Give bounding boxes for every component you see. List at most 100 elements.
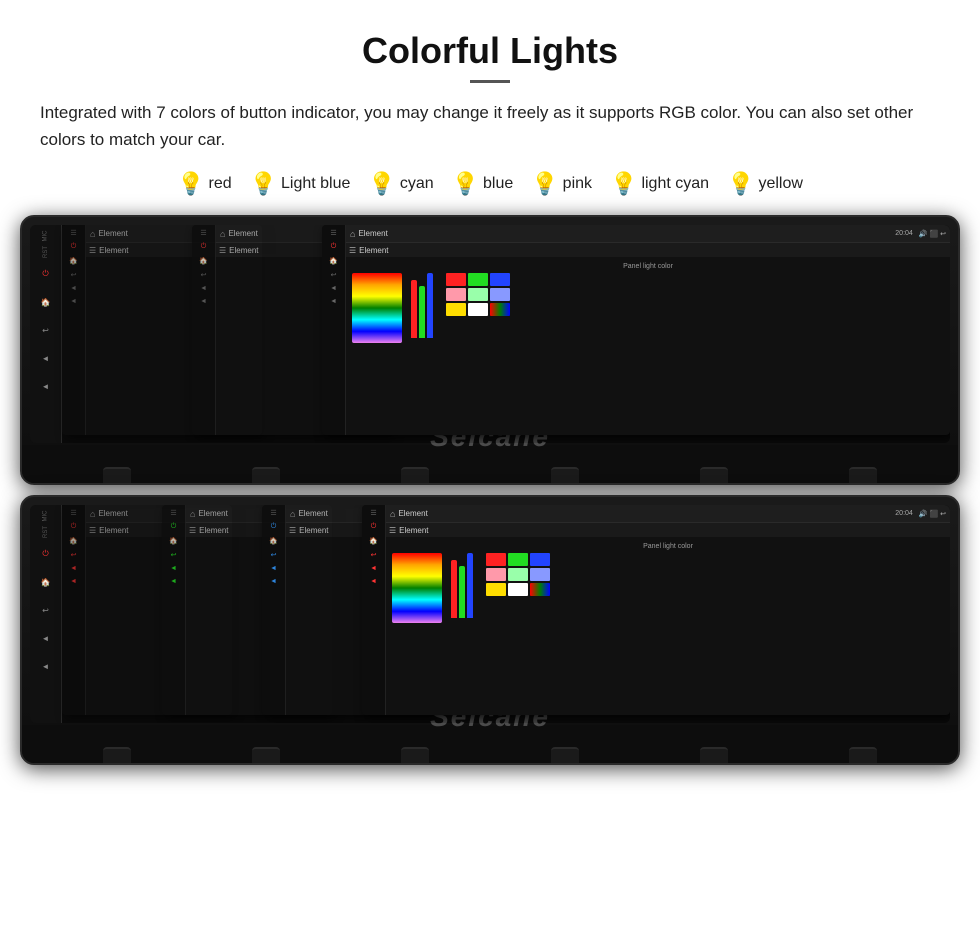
b1-title: Element (98, 509, 127, 518)
stand-foot-3 (401, 467, 429, 483)
b1-menu-icon: ☰ (89, 526, 96, 535)
b1-btn5: ◄ (70, 565, 77, 572)
screen2-sidebar: ☰ ⏻ 🏠 ↩ ◄ ◄ (192, 225, 216, 435)
rainbow-bar (352, 273, 402, 343)
screen3-panel-body: Panel light color (346, 257, 950, 435)
bar-green (419, 286, 425, 338)
s3-icons: 🔊 ⬛ ↩ (919, 230, 946, 238)
color-label-pink: pink (563, 175, 592, 193)
sw-periwinkle (490, 288, 510, 301)
color-label-blue: blue (483, 175, 513, 193)
sw-light-green-b (508, 568, 528, 581)
s1-title: Element (98, 229, 127, 238)
b3-btn6: ◄ (270, 578, 277, 585)
s3-btn1: ☰ (330, 229, 336, 237)
b4-menu-text: Element (399, 526, 428, 535)
stand-foot-b3 (401, 747, 429, 763)
color-item-red: 💡 red (177, 173, 232, 195)
sw-red-b (486, 553, 506, 566)
s2-btn1: ☰ (200, 229, 206, 237)
s2-title: Element (228, 229, 257, 238)
s3-btn6: ◄ (330, 298, 337, 305)
color-indicators: 💡 red 💡 Light blue 💡 cyan 💡 blue 💡 pink … (0, 165, 980, 215)
s3-btn5: ◄ (330, 285, 337, 292)
b4-sidebar: ☰ ⏻ 🏠 ↩ ◄ ◄ (362, 505, 386, 715)
stand-foot-b1 (103, 747, 131, 763)
b4-btn3: 🏠 (369, 537, 378, 545)
b2-menu-text: Element (199, 526, 228, 535)
b1-btn6: ◄ (70, 578, 77, 585)
title-divider (470, 80, 510, 83)
s2-btn2: ⏻ (201, 243, 207, 251)
nav-btn2[interactable]: ◄ (37, 377, 55, 395)
bar-red (411, 280, 417, 339)
b3-home-icon: ⌂ (290, 509, 295, 519)
b1-btn3: 🏠 (69, 537, 78, 545)
sw-yellow (446, 303, 466, 316)
bottom-device-row: MIC RST ⏻ 🏠 ↩ ◄ ◄ ☰ ⏻ 🏠 ↩ (10, 495, 970, 765)
s3-btn3: 🏠 (329, 257, 338, 265)
bulb-icon-light-blue: 💡 (250, 173, 277, 195)
top-device-inner: MIC RST ⏻ 🏠 ↩ ◄ ◄ ☰ ⏻ 🏠 (30, 225, 950, 443)
s1-btn3: 🏠 (69, 257, 78, 265)
nav-btn1-b[interactable]: ◄ (37, 629, 55, 647)
mic-label: MIC (43, 231, 49, 242)
panel-ui-content-top (352, 273, 944, 343)
s1-btn4: ↩ (71, 271, 77, 279)
back-btn-b[interactable]: ↩ (37, 601, 55, 619)
b4-menu-icon: ☰ (389, 526, 396, 535)
sw-rainbow (490, 303, 510, 316)
home-btn-b[interactable]: 🏠 (37, 573, 55, 591)
rainbow-bar-bottom (392, 553, 442, 623)
bulb-icon-blue: 💡 (452, 173, 479, 195)
stand-foot-5 (700, 467, 728, 483)
rst-label-b: RST (43, 526, 49, 538)
nav-btn2-b[interactable]: ◄ (37, 657, 55, 675)
top-screens-area: ☰ ⏻ 🏠 ↩ ◄ ◄ ⌂ Element (62, 225, 950, 443)
s2-menu-text: Element (229, 246, 258, 255)
home-btn[interactable]: 🏠 (37, 293, 55, 311)
top-device-row: MIC RST ⏻ 🏠 ↩ ◄ ◄ ☰ ⏻ 🏠 (10, 215, 970, 485)
panel-light-ui-bottom: Panel light color (389, 540, 947, 712)
b3-btn5: ◄ (270, 565, 277, 572)
sw-green (468, 273, 488, 286)
bulb-icon-cyan: 💡 (368, 173, 395, 195)
b3-sidebar: ☰ ⏻ 🏠 ↩ ◄ ◄ (262, 505, 286, 715)
color-label-light-blue: Light blue (281, 175, 350, 193)
sw-white-b (508, 583, 528, 596)
bar-blue (427, 273, 433, 338)
nav-btn1[interactable]: ◄ (37, 349, 55, 367)
bottom-screens-area: ☰ ⏻ 🏠 ↩ ◄ ◄ ⌂ Element (62, 505, 950, 723)
back-btn[interactable]: ↩ (37, 321, 55, 339)
b2-btn5: ◄ (170, 565, 177, 572)
stand-foot-2 (252, 467, 280, 483)
stand-foot-b2 (252, 747, 280, 763)
sw-light-green (468, 288, 488, 301)
screen-card-3: ☰ ⏻ 🏠 ↩ ◄ ◄ ⌂ Element 20:04 (322, 225, 950, 435)
stand-foot-6 (849, 467, 877, 483)
b1-sidebar: ☰ ⏻ 🏠 ↩ ◄ ◄ (62, 505, 86, 715)
description-text: Integrated with 7 colors of button indic… (10, 99, 970, 165)
stand-foot-1 (103, 467, 131, 483)
rst-label: RST (43, 246, 49, 258)
power-btn-b[interactable]: ⏻ (37, 545, 55, 563)
bulb-icon-pink: 💡 (531, 173, 558, 195)
b4-btn6: ◄ (370, 578, 377, 585)
sw-rainbow-b (530, 583, 550, 596)
swatches-grid-bottom (486, 553, 550, 596)
color-bars-group (411, 273, 433, 338)
left-side-buttons-bottom: MIC RST ⏻ 🏠 ↩ ◄ ◄ (30, 505, 62, 723)
b4-btn4: ↩ (371, 551, 377, 559)
b4-title: Element (398, 509, 427, 518)
b4-time: 20:04 (895, 510, 913, 517)
b2-btn2: ⏻ (171, 523, 177, 531)
power-btn[interactable]: ⏻ (37, 265, 55, 283)
b4-btn1: ☰ (370, 509, 376, 517)
b1-btn4: ↩ (71, 551, 77, 559)
sw-white (468, 303, 488, 316)
s1-btn2: ⏻ (71, 243, 77, 251)
panel-ui-title-bottom: Panel light color (392, 543, 944, 550)
b1-home-icon: ⌂ (90, 509, 95, 519)
sw-pink (446, 288, 466, 301)
b4-header: ⌂ Element 20:04 🔊 ⬛ ↩ (386, 505, 950, 523)
